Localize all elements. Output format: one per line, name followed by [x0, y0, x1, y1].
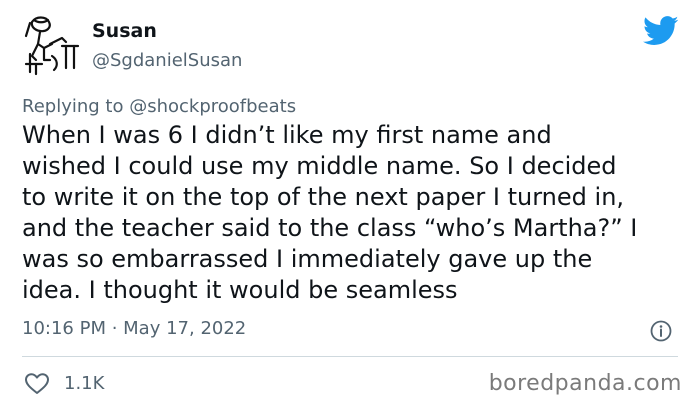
author-handle[interactable]: @SgdanielSusan — [92, 50, 242, 71]
twitter-bird-icon — [643, 16, 679, 45]
like-count: 1.1K — [64, 373, 105, 394]
heart-icon[interactable] — [24, 372, 50, 396]
meta-separator: · — [105, 318, 124, 339]
tweet-date: May 17, 2022 — [123, 318, 247, 339]
tweet-line: wished I could use my middle name. So I … — [22, 152, 617, 180]
replying-prefix: Replying to — [22, 96, 130, 117]
info-icon[interactable] — [650, 320, 672, 342]
tweet-text: When I was 6 I didn’t like my first name… — [22, 120, 690, 306]
tweet-timestamp[interactable]: 10:16 PM · May 17, 2022 — [22, 318, 246, 339]
tweet-line: was so embarrassed I immediately gave up… — [22, 245, 593, 273]
replying-to: Replying to @shockproofbeats — [22, 96, 296, 117]
tweet-line: When I was 6 I didn’t like my first name… — [22, 121, 552, 149]
reply-mention-link[interactable]: @shockproofbeats — [129, 96, 296, 117]
tweet-time: 10:16 PM — [22, 318, 106, 339]
divider — [22, 356, 678, 357]
author-name[interactable]: Susan — [92, 20, 157, 42]
watermark: boredpanda.com — [488, 371, 682, 396]
tweet-line: to write it on the top of the next paper… — [22, 183, 625, 211]
tweet-line: and the teacher said to the class “who’s… — [22, 214, 638, 242]
tweet-line: idea. I thought it would be seamless — [22, 276, 458, 304]
avatar[interactable] — [22, 14, 80, 76]
